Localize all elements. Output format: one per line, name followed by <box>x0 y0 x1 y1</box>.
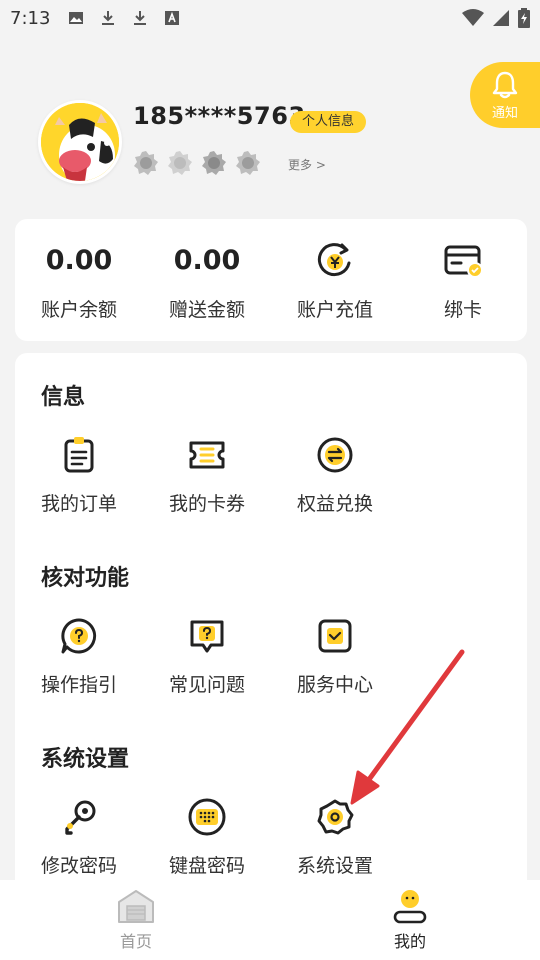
signal-icon <box>493 10 509 26</box>
balance-value: 0.00 <box>45 245 113 276</box>
grid-label: 服务中心 <box>296 674 373 696</box>
settings-grid: 修改密码 键盘密码 系统设置 <box>15 797 399 878</box>
faq-item[interactable]: 常见问题 <box>143 616 271 697</box>
bind-card-item[interactable]: 绑卡 <box>399 219 527 341</box>
wifi-icon <box>462 9 484 26</box>
download-icon <box>134 11 147 25</box>
gift-item[interactable]: 0.00 赠送金额 <box>143 219 271 341</box>
section-title-verify: 核对功能 <box>41 566 130 591</box>
gift-value: 0.00 <box>173 245 241 276</box>
user-icon <box>393 890 427 924</box>
image-icon <box>69 12 84 24</box>
medal-icon <box>236 151 260 175</box>
nav-home[interactable]: 首页 <box>116 888 156 952</box>
settings-gear-icon <box>317 799 354 835</box>
key-icon <box>65 800 96 835</box>
status-bar: 7:13 <box>0 0 540 36</box>
service-center-icon <box>318 619 352 653</box>
wallet-card: 0.00 账户余额 0.00 赠送金额 账户充值 绑卡 <box>15 219 527 341</box>
bell-icon <box>492 71 518 98</box>
system-settings-item[interactable]: 系统设置 <box>271 797 399 878</box>
grid-label: 系统设置 <box>296 855 373 877</box>
grid-label: 常见问题 <box>168 674 245 696</box>
medal-icon <box>168 151 192 175</box>
rights-exchange-item[interactable]: 权益兑换 <box>271 435 399 516</box>
ticket-icon <box>189 441 225 469</box>
grid-label: 权益兑换 <box>296 493 373 515</box>
section-title-settings: 系统设置 <box>41 747 130 772</box>
home-icon <box>118 890 154 923</box>
grid-label: 我的订单 <box>40 493 117 515</box>
phone-number: 185****5763 <box>133 102 306 130</box>
personal-info-badge[interactable]: 个人信息 <box>290 111 367 133</box>
profile-header: 185****5763 个人信息 更多 > <box>38 100 478 190</box>
status-time: 7:13 <box>10 7 51 29</box>
medals-row <box>133 150 269 176</box>
guide-question-icon <box>61 618 97 654</box>
grid-label: 我的卡券 <box>168 493 245 515</box>
font-app-icon <box>165 11 180 25</box>
verify-grid: 操作指引 常见问题 服务中心 <box>15 616 399 697</box>
download-icon <box>102 11 115 25</box>
medal-icon <box>134 151 158 175</box>
nav-mine[interactable]: 我的 <box>390 888 430 952</box>
avatar[interactable] <box>38 100 122 184</box>
exchange-icon <box>317 437 353 473</box>
keyboard-password-item[interactable]: 键盘密码 <box>143 797 271 878</box>
more-link[interactable]: 更多 > <box>288 156 326 173</box>
info-grid: 我的订单 我的卡券 权益兑换 <box>15 435 399 516</box>
function-card: 信息 我的订单 我的卡券 权益兑换 核对功能 操作指引 常见问题 服务中心 系统… <box>15 353 527 893</box>
recharge-item[interactable]: 账户充值 <box>271 219 399 341</box>
keypad-icon <box>188 798 226 836</box>
operation-guide-item[interactable]: 操作指引 <box>15 616 143 697</box>
recharge-label: 账户充值 <box>296 299 373 321</box>
cow-avatar-icon <box>41 103 119 181</box>
section-title-info: 信息 <box>41 385 86 410</box>
my-coupons-item[interactable]: 我的卡券 <box>143 435 271 516</box>
grid-label: 键盘密码 <box>168 855 245 877</box>
notify-button[interactable]: 通知 <box>470 62 540 128</box>
balance-item[interactable]: 0.00 账户余额 <box>15 219 143 341</box>
bank-card-icon <box>444 245 483 278</box>
bottom-nav: 首页 我的 <box>0 880 540 960</box>
notify-label: 通知 <box>491 105 518 121</box>
grid-label: 修改密码 <box>40 855 117 877</box>
my-orders-item[interactable]: 我的订单 <box>15 435 143 516</box>
medal-icon <box>202 151 226 175</box>
order-list-icon <box>64 437 94 473</box>
grid-label: 操作指引 <box>40 674 117 696</box>
faq-bubble-icon <box>190 620 224 653</box>
bind-card-label: 绑卡 <box>443 299 482 321</box>
gift-label: 赠送金额 <box>168 299 245 321</box>
change-password-item[interactable]: 修改密码 <box>15 797 143 878</box>
balance-label: 账户余额 <box>40 299 117 321</box>
recharge-icon <box>317 243 351 277</box>
battery-icon <box>518 8 530 28</box>
nav-mine-label: 我的 <box>393 932 426 951</box>
nav-home-label: 首页 <box>119 932 152 951</box>
service-center-item[interactable]: 服务中心 <box>271 616 399 697</box>
